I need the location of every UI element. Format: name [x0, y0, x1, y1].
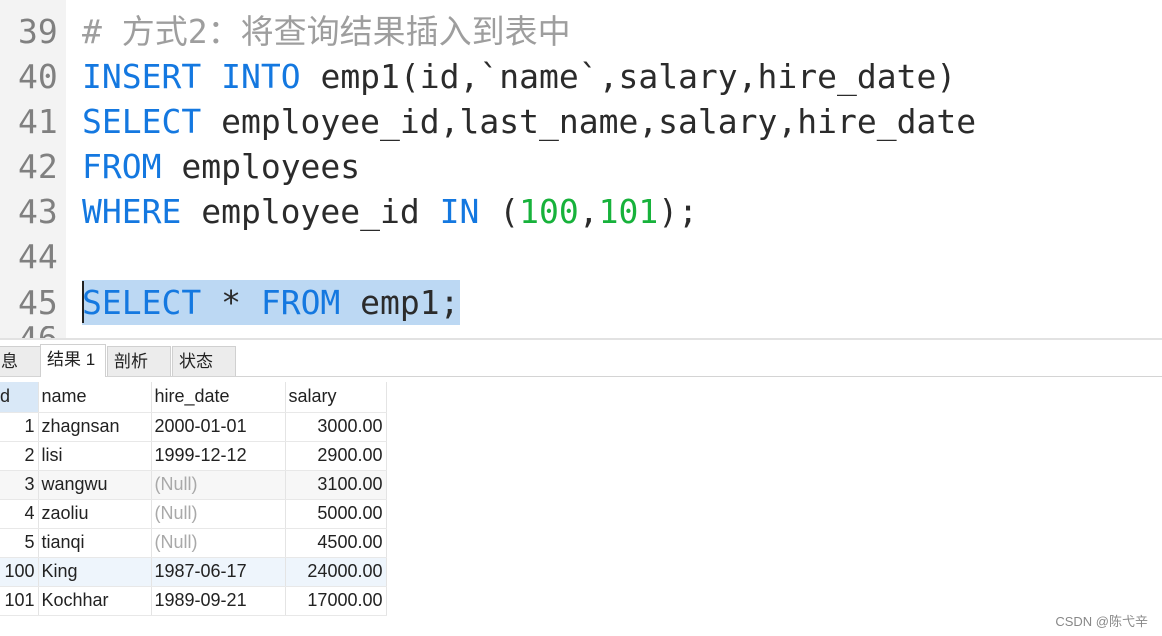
cell-name[interactable]: wangwu	[38, 470, 152, 500]
result-tabs: 息 结果 1 剖析 状态	[0, 344, 1162, 377]
sql-keyword: IN	[439, 192, 480, 231]
column-header-name[interactable]: name	[38, 382, 152, 413]
column-header-id[interactable]: d	[0, 382, 39, 413]
table-row[interactable]: 5 tianqi (Null) 4500.00	[0, 528, 387, 558]
app-root: 39 # 方式2：将查询结果插入到表中 40 INSERT INTO emp1(id,…	[0, 0, 1162, 636]
tab-profile[interactable]: 剖析	[107, 346, 171, 376]
sql-keyword: SELECT	[82, 102, 202, 141]
cell-salary[interactable]: 3100.00	[285, 470, 387, 500]
code-line[interactable]: 40 INSERT INTO emp1(id,`name`,salary,hire…	[0, 54, 1162, 99]
text-caret	[82, 281, 84, 323]
result-grid[interactable]: d name hire_date salary 1 zhagnsan 2000-01…	[0, 382, 387, 616]
sql-text: employees	[161, 147, 361, 186]
sql-text: );	[658, 192, 698, 231]
cell-salary[interactable]: 5000.00	[285, 499, 387, 529]
line-number-46: 46	[18, 326, 64, 338]
sql-keyword: FROM	[260, 283, 341, 322]
sql-text: emp1;	[340, 283, 460, 322]
code-text: INSERT INTO emp1(id,`name`,salary,hire_d…	[82, 54, 956, 99]
sql-keyword: WHERE	[82, 192, 182, 231]
selected-code-text: SELECT * FROM emp1;	[82, 280, 460, 325]
cell-hire-date[interactable]: (Null)	[151, 499, 286, 529]
sql-text: employee_id	[181, 192, 440, 231]
tab-result-1[interactable]: 结果 1	[40, 344, 106, 377]
sql-keyword: FROM	[82, 147, 162, 186]
table-row[interactable]: 100 King 1987-06-17 24000.00	[0, 557, 387, 587]
watermark: CSDN @陈弋辛	[1055, 614, 1148, 629]
code-line[interactable]: 39 # 方式2：将查询结果插入到表中	[0, 9, 1162, 54]
table-row[interactable]: 4 zaoliu (Null) 5000.00	[0, 499, 387, 529]
partial-line-number: 46	[18, 326, 64, 338]
sql-keyword: INTO	[221, 57, 301, 96]
cell-name[interactable]: Kochhar	[38, 586, 152, 616]
cell-id[interactable]: 2	[0, 441, 39, 471]
cell-id[interactable]: 5	[0, 528, 39, 558]
cell-salary[interactable]: 4500.00	[285, 528, 387, 558]
line-number: 45	[18, 283, 58, 322]
cell-name[interactable]: zaoliu	[38, 499, 152, 529]
sql-number: 100	[519, 192, 579, 231]
code-line[interactable]: 41 SELECT employee_id,last_name,salary,hi…	[0, 99, 1162, 144]
tab-message[interactable]: 息	[0, 346, 42, 376]
result-pane: 息 结果 1 剖析 状态 d name hire_date salary 1 zh…	[0, 338, 1162, 636]
cell-hire-date[interactable]: 1989-09-21	[151, 586, 286, 616]
line-number: 42	[18, 147, 58, 186]
cell-hire-date[interactable]: (Null)	[151, 470, 286, 500]
cell-salary[interactable]: 2900.00	[285, 441, 387, 471]
code-line[interactable]: 45 SELECT * FROM emp1;	[0, 280, 1162, 325]
line-number: 39	[18, 12, 58, 51]
cell-hire-date[interactable]: 1999-12-12	[151, 441, 286, 471]
sql-text: employee_id,last_name,salary,hire_date	[201, 102, 977, 141]
code-line[interactable]: 44	[0, 234, 1162, 279]
cell-id[interactable]: 4	[0, 499, 39, 529]
sql-keyword: SELECT	[82, 283, 202, 322]
code-text: SELECT employee_id,last_name,salary,hire…	[82, 99, 976, 144]
line-number: 41	[18, 102, 58, 141]
cell-name[interactable]: King	[38, 557, 152, 587]
column-header-hire-date[interactable]: hire_date	[151, 382, 286, 413]
cell-hire-date[interactable]: 1987-06-17	[151, 557, 286, 587]
cell-id[interactable]: 101	[0, 586, 39, 616]
column-header-salary[interactable]: salary	[285, 382, 387, 413]
line-number: 40	[18, 57, 58, 96]
sql-text: *	[201, 283, 261, 322]
table-row[interactable]: 1 zhagnsan 2000-01-01 3000.00	[0, 412, 387, 442]
code-text: # 方式2：将查询结果插入到表中	[82, 9, 571, 54]
sql-number: 101	[598, 192, 659, 231]
line-number: 43	[18, 192, 58, 231]
sql-text: emp1(id,`name`,salary,hire_date)	[300, 57, 957, 96]
line-number: 44	[18, 237, 58, 276]
cell-hire-date[interactable]: (Null)	[151, 528, 286, 558]
cell-salary[interactable]: 3000.00	[285, 412, 387, 442]
code-text: WHERE employee_id IN (100,101);	[82, 189, 698, 234]
sql-editor[interactable]: 39 # 方式2：将查询结果插入到表中 40 INSERT INTO emp1(id,…	[0, 0, 1162, 338]
table-row[interactable]: 2 lisi 1999-12-12 2900.00	[0, 441, 387, 471]
sql-comment: # 方式2：将查询结果插入到表中	[82, 12, 571, 51]
cell-id[interactable]: 1	[0, 412, 39, 442]
cell-name[interactable]: lisi	[38, 441, 152, 471]
sql-keyword: INSERT	[82, 57, 202, 96]
cell-hire-date[interactable]: 2000-01-01	[151, 412, 286, 442]
table-row[interactable]: 101 Kochhar 1989-09-21 17000.00	[0, 586, 387, 616]
cell-name[interactable]: zhagnsan	[38, 412, 152, 442]
sql-text: ,	[578, 192, 599, 231]
tab-status[interactable]: 状态	[172, 346, 236, 376]
cell-salary[interactable]: 24000.00	[285, 557, 387, 587]
grid-body: 1 zhagnsan 2000-01-01 3000.00 2 lisi 1999-12-1…	[0, 412, 387, 616]
code-line[interactable]: 42 FROM employees	[0, 144, 1162, 189]
cell-id[interactable]: 3	[0, 470, 39, 500]
sql-text: (	[479, 192, 520, 231]
code-text: FROM employees	[82, 144, 360, 189]
cell-salary[interactable]: 17000.00	[285, 586, 387, 616]
code-line[interactable]: 43 WHERE employee_id IN (100,101);	[0, 189, 1162, 234]
cell-name[interactable]: tianqi	[38, 528, 152, 558]
table-row[interactable]: 3 wangwu (Null) 3100.00	[0, 470, 387, 500]
grid-header-row: d name hire_date salary	[0, 382, 387, 413]
cell-id[interactable]: 100	[0, 557, 39, 587]
